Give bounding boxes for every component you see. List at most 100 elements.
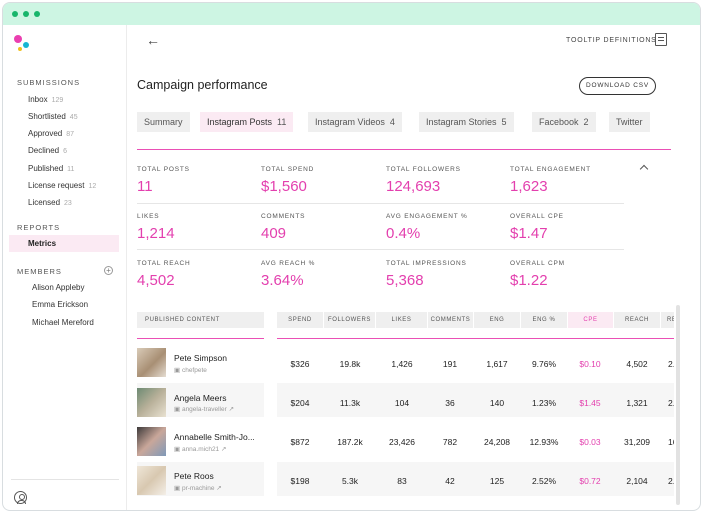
tab-twitter[interactable]: Twitter [609,112,650,132]
tab-count: 2 [583,117,589,127]
sidebar-item-declined[interactable]: Declined 6 [9,142,119,159]
tooltip-definitions-link[interactable]: TOOLTIP DEFINITIONS [566,37,657,44]
member-item[interactable]: Emma Erickson [32,300,88,309]
tab-label: Instagram Videos [315,117,385,127]
column-header-cpe[interactable]: CPE [568,312,613,328]
sidebar: SUBMISSIONS Inbox 129 Shortlisted 45 Appro… [3,25,127,510]
tab-instagram-posts[interactable]: Instagram Posts 11 [200,112,294,132]
tab-count: 11 [277,117,287,127]
cell-comments: 36 [445,398,455,408]
sidebar-item-metrics[interactable]: Metrics [9,235,119,252]
table-scrollbar[interactable] [676,305,680,505]
window-close-dot[interactable] [12,11,18,17]
stat-label: OVERALL CPM [510,260,565,267]
user-account-icon[interactable] [14,491,27,504]
window-titlebar [3,3,700,25]
cell-spend: $872 [290,437,310,447]
influencer-handle[interactable]: ▣ pr-machine ↗ [174,484,222,492]
column-header-reach-percent[interactable]: RE [661,312,674,328]
window-minimize-dot[interactable] [23,11,29,17]
window-maximize-dot[interactable] [34,11,40,17]
column-header-spend[interactable]: SPEND [277,312,323,328]
cell-comments: 191 [442,359,458,369]
cell-reach: 2,104 [626,476,648,486]
tab-instagram-stories[interactable]: Instagram Stories 5 [419,112,514,132]
cell-eng: 24,208 [484,437,510,447]
sidebar-item-inbox[interactable]: Inbox 129 [9,91,119,108]
cell-cpe: $0.03 [579,437,601,447]
tab-instagram-videos[interactable]: Instagram Videos 4 [308,112,402,132]
member-item[interactable]: Michael Mereford [32,318,94,327]
sidebar-item-count: 23 [64,200,72,207]
sidebar-item-licensed[interactable]: Licensed 23 [9,194,119,211]
cell-cpe: $1.45 [579,398,601,408]
column-header-comments[interactable]: COMMENTS [428,312,473,328]
post-thumbnail[interactable] [137,427,166,456]
tab-facebook[interactable]: Facebook 2 [532,112,596,132]
influencer-handle[interactable]: ▣ angela-traveller ↗ [174,405,234,413]
sidebar-item-approved[interactable]: Approved 87 [9,125,119,142]
influencer-name[interactable]: Pete Roos [174,471,214,481]
back-arrow-icon[interactable]: ← [146,32,160,48]
sidebar-item-label: Declined [28,146,60,155]
add-member-icon[interactable]: + [104,266,113,275]
stat-label: AVG ENGAGEMENT % [386,213,468,220]
stat-value: $1.22 [510,272,548,289]
stat-value: 5,368 [386,272,424,289]
stat-value: $1.47 [510,225,548,242]
sidebar-item-label: Inbox [28,95,48,104]
cell-reach: 31,209 [624,437,650,447]
influencer-handle[interactable]: ▣ chefpete [174,366,207,374]
influencer-name[interactable]: Annabelle Smith-Jo... [174,432,255,442]
cell-eng-percent: 12.93% [529,437,559,447]
table-header-underline [137,338,264,339]
sidebar-item-count: 12 [88,183,97,190]
cell-spend: $326 [290,359,310,369]
cell-reach-percent: 2. [668,359,674,369]
influencer-handle[interactable]: ▣ anna.mich21 ↗ [174,445,226,453]
influencer-name[interactable]: Pete Simpson [174,353,227,363]
cell-likes: 1,426 [391,359,413,369]
sidebar-item-count: 129 [51,97,64,104]
column-header-followers[interactable]: FOLLOWERS [324,312,375,328]
post-thumbnail[interactable] [137,466,166,495]
cell-eng: 125 [489,476,505,486]
sidebar-item-shortlisted[interactable]: Shortlisted 45 [9,108,119,125]
stats-divider [137,249,624,250]
stat-label: TOTAL SPEND [261,166,315,173]
app-logo[interactable] [14,35,34,53]
sidebar-item-count: 87 [66,131,75,138]
stat-label: TOTAL POSTS [137,166,190,173]
post-thumbnail[interactable] [137,348,166,377]
member-item[interactable]: Alison Appleby [32,283,84,292]
sidebar-item-license-request[interactable]: License request 12 [9,177,119,194]
column-header-eng[interactable]: ENG [474,312,520,328]
stat-label: TOTAL REACH [137,260,191,267]
sidebar-item-label: Approved [28,129,63,138]
column-header-likes[interactable]: LIKES [376,312,427,328]
cell-comments: 782 [442,437,458,447]
cell-followers: 19.8k [339,359,361,369]
tab-count: 4 [389,117,395,127]
post-thumbnail[interactable] [137,388,166,417]
book-icon[interactable] [655,33,667,46]
cell-cpe: $0.72 [579,476,601,486]
tabs-underline [137,149,671,150]
cell-followers: 187.2k [337,437,363,447]
influencer-name[interactable]: Angela Meers [174,393,226,403]
page-title: Campaign performance [137,78,268,92]
stat-value: 124,693 [386,178,441,195]
column-header-reach[interactable]: REACH [614,312,660,328]
download-csv-button[interactable]: DOWNLOAD CSV [579,77,656,95]
cell-likes: 83 [397,476,407,486]
stat-label: TOTAL ENGAGEMENT [510,166,591,173]
sidebar-item-published[interactable]: Published 11 [9,160,119,177]
cell-spend: $204 [290,398,310,408]
sidebar-divider [11,479,119,480]
tab-label: Twitter [616,117,643,127]
tab-label: Instagram Posts [207,117,273,127]
tab-summary[interactable]: Summary [137,112,190,132]
stat-label: AVG REACH % [261,260,316,267]
cell-followers: 5.3k [341,476,359,486]
column-header-eng-percent[interactable]: ENG % [521,312,567,328]
